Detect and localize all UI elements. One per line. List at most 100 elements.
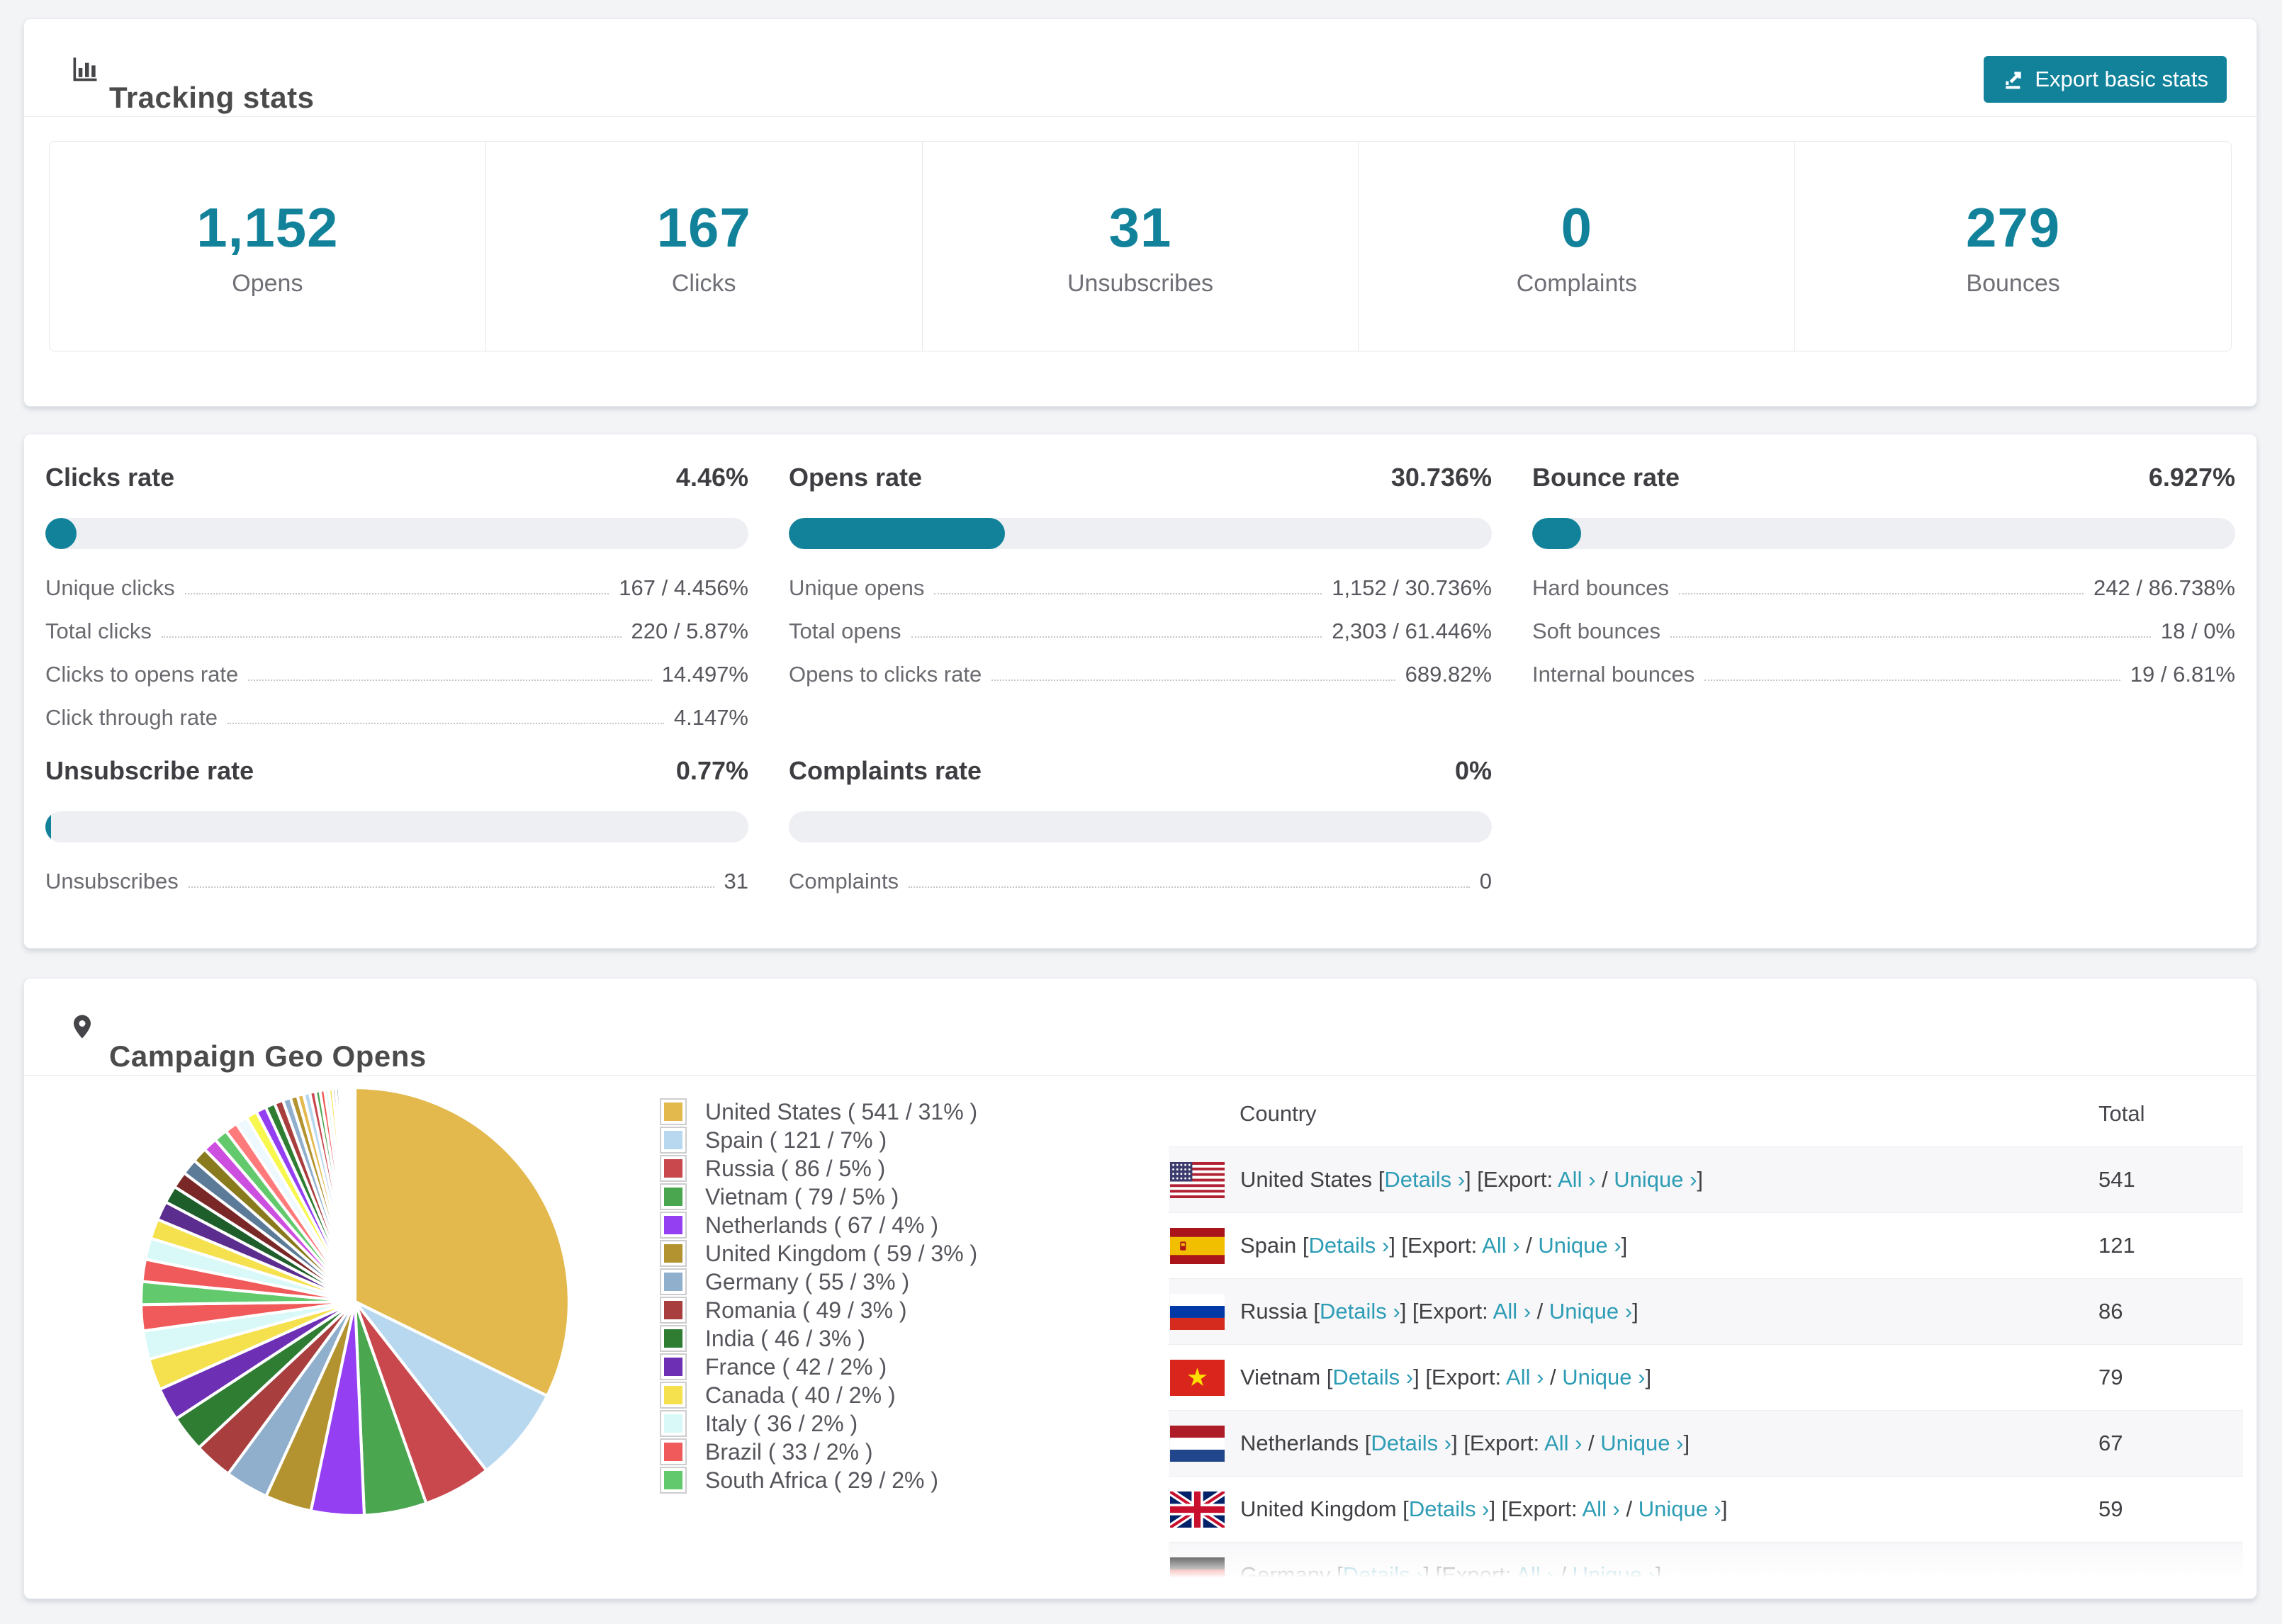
export-unique-link[interactable]: Unique › bbox=[1538, 1233, 1621, 1258]
details-link[interactable]: Details › bbox=[1343, 1562, 1424, 1587]
stat-label: Clicks bbox=[671, 269, 736, 297]
export-all-link[interactable]: All › bbox=[1582, 1496, 1619, 1521]
details-link[interactable]: Details › bbox=[1332, 1365, 1413, 1389]
export-unique-link[interactable]: Unique › bbox=[1614, 1167, 1697, 1192]
rate-row-value: 18 / 0% bbox=[2160, 619, 2235, 643]
stat-cell-opens: 1,152 Opens bbox=[50, 142, 485, 351]
gb-flag-icon bbox=[1170, 1491, 1225, 1528]
unsubscribe-rate-title: Unsubscribe rate bbox=[45, 756, 254, 785]
export-unique-link[interactable]: Unique › bbox=[1600, 1431, 1683, 1455]
export-unique-link[interactable]: Unique › bbox=[1549, 1299, 1632, 1324]
clicks-rate-section: Clicks rate 4.46% Unique clicks 167 / 4.4… bbox=[45, 463, 748, 736]
opens-rate-value: 30.736% bbox=[1390, 463, 1492, 492]
clicks-rate-title: Clicks rate bbox=[45, 463, 175, 492]
legend-item-united-states[interactable]: United States ( 541 / 31% ) bbox=[660, 1098, 977, 1126]
rate-row-value: 2,303 / 61.446% bbox=[1332, 619, 1492, 643]
rate-row-label: Soft bounces bbox=[1532, 619, 1660, 643]
details-link[interactable]: Details › bbox=[1371, 1431, 1451, 1455]
geo-table-row-gb: United Kingdom [Details ›] [Export: All … bbox=[1169, 1476, 2243, 1542]
country-cell: Vietnam [Details ›] [Export: All › / Uni… bbox=[1240, 1365, 1652, 1389]
export-all-link[interactable]: All › bbox=[1558, 1167, 1595, 1192]
total-column-header: Total bbox=[2098, 1101, 2145, 1126]
export-unique-link[interactable]: Unique › bbox=[1562, 1365, 1645, 1389]
opens-rate-section: Opens rate 30.736% Unique opens 1,152 / 3… bbox=[789, 463, 1492, 736]
stat-label: Opens bbox=[232, 269, 303, 297]
bounce-rate-rows: Hard bounces 242 / 86.738% Soft bounces 18 … bbox=[1532, 563, 2235, 693]
rate-row-label: Unique opens bbox=[789, 575, 925, 600]
export-all-link[interactable]: All › bbox=[1482, 1233, 1519, 1258]
legend-color-swatch bbox=[660, 1127, 687, 1154]
legend-color-swatch bbox=[660, 1382, 687, 1409]
rate-row: Click through rate 4.147% bbox=[45, 693, 748, 736]
stat-value: 1,152 bbox=[196, 196, 339, 259]
legend-item-romania[interactable]: Romania ( 49 / 3% ) bbox=[660, 1296, 977, 1324]
details-link[interactable]: Details › bbox=[1409, 1496, 1490, 1521]
legend-item-italy[interactable]: Italy ( 36 / 2% ) bbox=[660, 1409, 977, 1438]
legend-item-netherlands[interactable]: Netherlands ( 67 / 4% ) bbox=[660, 1211, 977, 1239]
export-all-link[interactable]: All › bbox=[1493, 1299, 1531, 1324]
rate-row: Clicks to opens rate 14.497% bbox=[45, 650, 748, 693]
dotted-leader bbox=[1704, 680, 2120, 681]
rate-row: Internal bounces 19 / 6.81% bbox=[1532, 650, 2235, 693]
legend-label: Germany ( 55 / 3% ) bbox=[705, 1268, 910, 1295]
tracking-stats-header: Tracking stats Export basic stats bbox=[24, 19, 2256, 117]
legend-color-swatch bbox=[660, 1240, 687, 1267]
stat-label: Unsubscribes bbox=[1067, 269, 1213, 297]
export-unique-link[interactable]: Unique › bbox=[1639, 1496, 1721, 1521]
rate-row-label: Hard bounces bbox=[1532, 575, 1670, 600]
geo-table-row-de: Germany [Details ›] [Export: All › / Uni… bbox=[1169, 1542, 2243, 1598]
country-cell: Spain [Details ›] [Export: All › / Uniqu… bbox=[1240, 1233, 1628, 1258]
export-all-link[interactable]: All › bbox=[1506, 1365, 1544, 1389]
export-all-link[interactable]: All › bbox=[1544, 1431, 1582, 1455]
export-all-link[interactable]: All › bbox=[1516, 1562, 1553, 1587]
export-basic-stats-button[interactable]: Export basic stats bbox=[1984, 56, 2227, 103]
complaints-rate-value: 0% bbox=[1454, 756, 1492, 785]
rate-row-value: 167 / 4.456% bbox=[619, 575, 748, 600]
export-unique-link[interactable]: Unique › bbox=[1573, 1562, 1656, 1587]
stat-cell-unsubscribes: 31 Unsubscribes bbox=[921, 142, 1359, 351]
dotted-leader bbox=[1670, 636, 2151, 638]
stat-label: Complaints bbox=[1516, 269, 1637, 297]
legend-label: Spain ( 121 / 7% ) bbox=[705, 1127, 887, 1153]
map-pin-icon bbox=[74, 1015, 91, 1039]
legend-item-south-africa[interactable]: South Africa ( 29 / 2% ) bbox=[660, 1466, 977, 1494]
pie-slice-other[interactable] bbox=[352, 1086, 357, 1304]
legend-item-germany[interactable]: Germany ( 55 / 3% ) bbox=[660, 1268, 977, 1296]
legend-item-vietnam[interactable]: Vietnam ( 79 / 5% ) bbox=[660, 1183, 977, 1211]
legend-item-brazil[interactable]: Brazil ( 33 / 2% ) bbox=[660, 1438, 977, 1466]
legend-color-swatch bbox=[660, 1212, 687, 1239]
legend-label: Brazil ( 33 / 2% ) bbox=[705, 1438, 873, 1465]
legend-label: India ( 46 / 3% ) bbox=[705, 1325, 865, 1351]
dotted-leader bbox=[1679, 593, 2084, 594]
rate-row-value: 689.82% bbox=[1405, 662, 1492, 687]
country-cell: United Kingdom [Details ›] [Export: All … bbox=[1240, 1496, 1728, 1521]
total-cell: 86 bbox=[2098, 1299, 2123, 1324]
total-cell: 79 bbox=[2098, 1365, 2123, 1389]
rate-row-label: Unique clicks bbox=[45, 575, 175, 600]
details-link[interactable]: Details › bbox=[1320, 1299, 1400, 1324]
legend-item-france[interactable]: France ( 42 / 2% ) bbox=[660, 1353, 977, 1381]
legend-item-united-kingdom[interactable]: United Kingdom ( 59 / 3% ) bbox=[660, 1239, 977, 1268]
legend-item-russia[interactable]: Russia ( 86 / 5% ) bbox=[660, 1154, 977, 1183]
stat-value: 0 bbox=[1561, 196, 1592, 259]
legend-item-spain[interactable]: Spain ( 121 / 7% ) bbox=[660, 1126, 977, 1154]
details-link[interactable]: Details › bbox=[1309, 1233, 1390, 1258]
rate-row-label: Click through rate bbox=[45, 705, 218, 730]
unsubscribe-rate-progressbar bbox=[45, 811, 748, 842]
es-flag-icon bbox=[1170, 1227, 1225, 1264]
legend-item-canada[interactable]: Canada ( 40 / 2% ) bbox=[660, 1381, 977, 1409]
dotted-leader bbox=[184, 593, 609, 594]
stat-label: Bounces bbox=[1966, 269, 2060, 297]
country-column-header: Country bbox=[1240, 1101, 1317, 1126]
details-link[interactable]: Details › bbox=[1384, 1167, 1465, 1192]
export-icon bbox=[2006, 72, 2022, 89]
legend-item-india[interactable]: India ( 46 / 3% ) bbox=[660, 1324, 977, 1353]
country-cell: Netherlands [Details ›] [Export: All › /… bbox=[1240, 1431, 1690, 1455]
ru-flag-icon bbox=[1170, 1293, 1225, 1330]
unsubscribe-rate-rows: Unsubscribes 31 bbox=[45, 857, 748, 900]
legend-label: United States ( 541 / 31% ) bbox=[705, 1098, 978, 1124]
dotted-leader bbox=[911, 636, 1322, 638]
dotted-leader bbox=[991, 680, 1395, 681]
complaints-rate-rows: Complaints 0 bbox=[789, 857, 1492, 900]
geo-table-row-vn: Vietnam [Details ›] [Export: All › / Uni… bbox=[1169, 1344, 2243, 1410]
